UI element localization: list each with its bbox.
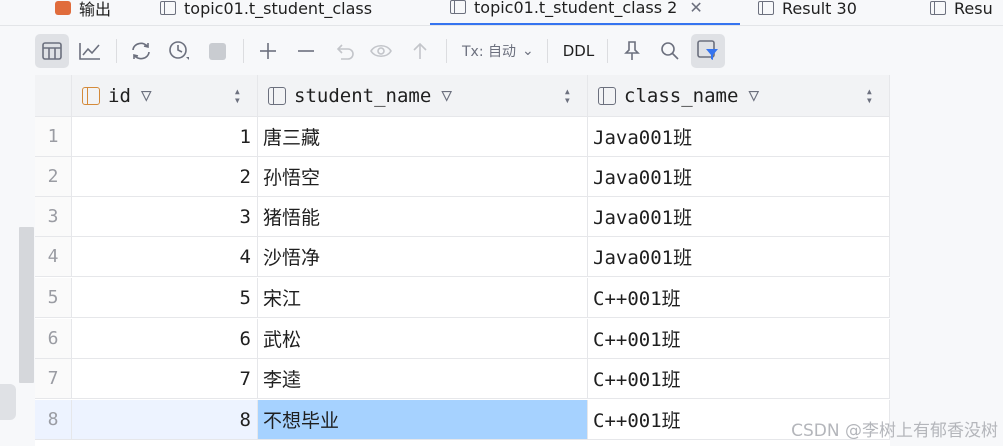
pin-icon[interactable] [615,34,649,68]
tab-output[interactable]: 输出 [55,0,111,25]
cell-student-name-selected[interactable]: 不想毕业 [258,400,588,440]
output-icon [55,1,71,15]
history-icon[interactable] [162,34,196,68]
tab-result-overflow[interactable]: Resu [930,0,993,25]
cell-id[interactable]: 2 [72,157,258,197]
toolbar-divider [243,39,244,63]
table-row-selected[interactable]: 8 8 不想毕业 C++001班 [35,400,890,440]
cell-class-name[interactable]: Java001班 [588,197,890,237]
cell-id[interactable]: 6 [72,319,258,359]
refresh-icon[interactable] [124,34,158,68]
column-header-label: id [108,84,131,107]
add-row-icon[interactable] [251,34,285,68]
cell-student-name[interactable]: 李逵 [258,359,588,399]
cell-id[interactable]: 1 [72,117,258,157]
table-icon [758,1,774,15]
table-row[interactable]: 1 1 唐三藏 Java001班 [35,117,890,157]
cell-student-name[interactable]: 宋江 [258,278,588,318]
column-header-label: class_name [624,84,739,107]
filter-icon[interactable]: ▽ [141,85,152,106]
chart-view-icon[interactable] [73,34,107,68]
result-grid: id ▽ ▴ ▾ student_name ▽ ▴ ▾ class_name ▽ ▴… [35,75,890,446]
row-number: 1 [35,117,72,157]
cell-id[interactable]: 8 [72,400,258,440]
toolbar-divider [446,39,447,63]
cell-class-name[interactable]: Java001班 [588,237,890,277]
tab-label: 输出 [79,0,112,19]
table-row[interactable]: 7 7 李逵 C++001班 [35,359,890,399]
row-number: 2 [35,157,72,197]
toolbar-divider [607,39,609,63]
filter-icon[interactable]: ▽ [748,85,759,106]
cell-class-name[interactable]: C++001班 [588,278,890,318]
column-icon [598,86,616,105]
submit-icon[interactable] [403,34,437,68]
cell-id[interactable]: 5 [72,278,258,318]
row-number: 8 [35,400,72,440]
cell-class-name[interactable]: C++001班 [588,359,890,399]
row-number: 6 [35,319,72,359]
table-icon [930,1,946,15]
cell-id[interactable]: 3 [72,197,258,237]
cell-class-name[interactable]: C++001班 [588,319,890,359]
transaction-mode-dropdown[interactable]: Tx: 自动 ⌄ [454,41,542,61]
sort-icon[interactable]: ▴ ▾ [564,85,571,106]
row-number: 4 [35,237,72,277]
table-icon [450,0,466,14]
table-row[interactable]: 4 4 沙悟净 Java001班 [35,237,890,277]
grid-toolbar: Tx: 自动 ⌄ DDL [35,30,1003,72]
row-number: 7 [35,359,72,399]
watermark: CSDN @李树上有郁香没树 [791,421,998,441]
cell-class-name[interactable]: Java001班 [588,117,890,157]
tab-label: Result 30 [782,0,857,18]
row-number: 5 [35,278,72,318]
close-icon[interactable]: ✕ [689,0,702,17]
filter-icon[interactable]: ▽ [441,85,452,106]
editor-tab-strip: 输出 topic01.t_student_class topic01.t_stu… [0,0,1003,26]
preview-icon[interactable] [365,34,399,68]
toolbar-divider [116,39,117,63]
row-number: 3 [35,197,72,237]
column-icon [268,86,286,105]
cell-class-name[interactable]: Java001班 [588,157,890,197]
search-icon[interactable] [653,34,687,68]
ddl-button[interactable]: DDL [555,42,602,60]
filter-toggle-icon[interactable] [691,34,726,68]
cell-id[interactable]: 7 [72,359,258,399]
tab-t-student-class[interactable]: topic01.t_student_class [160,0,372,25]
table-icon [160,1,176,15]
tab-label: Resu [954,0,993,18]
delete-row-icon[interactable] [289,34,323,68]
row-number-header [35,75,72,117]
column-header-student-name[interactable]: student_name ▽ ▴ ▾ [258,75,588,117]
sort-icon[interactable]: ▴ ▾ [866,85,873,106]
toolbar-divider [546,39,548,63]
cell-id[interactable]: 4 [72,237,258,277]
side-panel-handle[interactable] [0,384,16,420]
table-row[interactable]: 2 2 孙悟空 Java001班 [35,157,890,197]
column-header-id[interactable]: id ▽ ▴ ▾ [72,75,258,117]
revert-icon[interactable] [327,34,361,68]
cell-student-name[interactable]: 孙悟空 [258,157,588,197]
tab-label: topic01.t_student_class [184,0,373,18]
vertical-scrollbar[interactable] [19,227,34,383]
stop-icon[interactable] [200,34,234,68]
table-view-icon[interactable] [35,34,69,68]
tab-result-30[interactable]: Result 30 [758,0,857,25]
tab-label: topic01.t_student_class 2 [474,0,678,17]
column-header-label: student_name [294,84,432,107]
cell-student-name[interactable]: 猪悟能 [258,197,588,237]
table-row[interactable]: 6 6 武松 C++001班 [35,319,890,359]
sort-icon[interactable]: ▴ ▾ [234,85,241,106]
chevron-down-icon: ⌄ [522,43,534,59]
cell-student-name[interactable]: 唐三藏 [258,117,588,157]
table-row[interactable]: 3 3 猪悟能 Java001班 [35,197,890,237]
primary-key-column-icon [82,86,100,105]
cell-student-name[interactable]: 武松 [258,319,588,359]
table-row[interactable]: 5 5 宋江 C++001班 [35,278,890,318]
tab-t-student-class-2[interactable]: topic01.t_student_class 2 ✕ [430,0,740,25]
cell-student-name[interactable]: 沙悟净 [258,237,588,277]
transaction-mode-label: Tx: 自动 [462,44,517,60]
column-header-class-name[interactable]: class_name ▽ ▴ ▾ [588,75,890,117]
